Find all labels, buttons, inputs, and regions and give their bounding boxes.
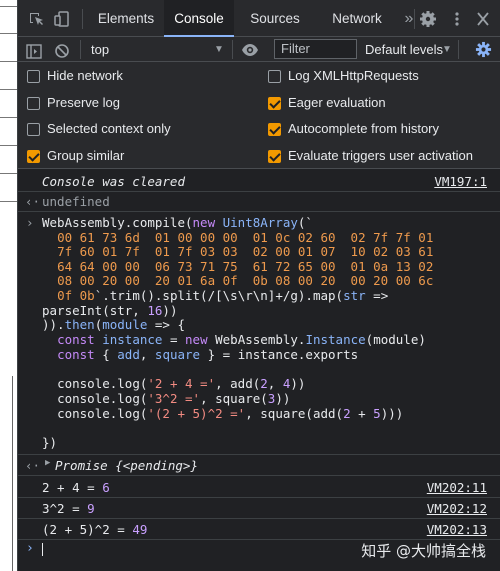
toolbar-divider xyxy=(458,40,459,59)
setting-label: Eager evaluation xyxy=(288,95,386,110)
result-arrow-icon: ‹· xyxy=(25,458,41,473)
tab-sources[interactable]: Sources xyxy=(234,0,316,37)
code-line: 7f 60 01 7f 01 7f 03 03 02 00 01 07 10 0… xyxy=(57,244,434,259)
checkbox-checked[interactable] xyxy=(268,150,281,163)
console-log-row: 3^2 = 9 VM202:12 xyxy=(18,498,500,519)
page-rule xyxy=(0,145,17,146)
console-message: Console was cleared VM197:1 xyxy=(18,171,500,192)
code-line: )).then(module => { xyxy=(42,317,186,332)
settings-gear-icon[interactable] xyxy=(419,11,437,27)
console-log-row: (2 + 5)^2 = 49 VM202:13 xyxy=(18,519,500,540)
prompt-chevron-icon: › xyxy=(26,541,34,556)
checkbox[interactable] xyxy=(27,123,40,136)
page-rule xyxy=(0,117,17,118)
code-line: const instance = new WebAssembly.Instanc… xyxy=(57,332,426,347)
checkbox[interactable] xyxy=(27,70,40,83)
code-line: console.log('(2 + 5)^2 =', square(add(2 … xyxy=(57,406,404,421)
devtools-panel: Elements Console Sources Network » top ▼… xyxy=(17,0,500,571)
setting-label: Log XMLHttpRequests xyxy=(288,68,419,83)
context-dropdown-icon[interactable]: ▼ xyxy=(214,37,224,62)
page-rule xyxy=(0,61,17,62)
setting-label: Selected context only xyxy=(47,121,171,136)
console-log-row: 2 + 4 = 6 VM202:11 xyxy=(18,476,500,498)
toolbar-divider xyxy=(414,9,415,29)
log-output: (2 + 5)^2 = 49 xyxy=(42,522,148,537)
toolbar-divider xyxy=(80,40,81,59)
code-line: WebAssembly.compile(new Uint8Array(` xyxy=(42,215,313,230)
more-tabs-button[interactable]: » xyxy=(398,0,420,37)
expand-triangle-icon[interactable]: ▶ xyxy=(45,458,50,468)
code-line: const { add, square } = instance.exports xyxy=(57,347,359,362)
sidebar-toggle-icon[interactable] xyxy=(26,42,42,59)
setting-label: Autocomplete from history xyxy=(288,121,440,136)
page-rule xyxy=(0,89,17,90)
source-link[interactable]: VM202:12 xyxy=(427,501,487,516)
result-arrow-icon: ‹· xyxy=(25,194,41,209)
code-line: console.log('2 + 4 =', add(2, 4)) xyxy=(57,376,306,391)
page-rule xyxy=(0,6,17,7)
source-link[interactable]: VM197:1 xyxy=(434,174,487,189)
device-toolbar-icon[interactable] xyxy=(54,11,72,27)
log-levels-selector[interactable]: Default levels xyxy=(365,37,443,62)
checkbox-checked[interactable] xyxy=(268,97,281,110)
console-settings-pane: Hide network Preserve log Selected conte… xyxy=(18,62,500,169)
page-rule xyxy=(0,201,17,202)
text-cursor xyxy=(42,543,43,556)
console-toolbar: top ▼ Filter Default levels ▼ xyxy=(18,37,500,62)
watermark: 知乎 @大帅搞全栈 xyxy=(361,542,486,560)
console-result-row: ‹· undefined xyxy=(18,192,500,212)
setting-label: Hide network xyxy=(47,68,123,83)
console-result-row: ‹· ▶ Promise {<pending>} xyxy=(18,455,500,476)
tab-console[interactable]: Console xyxy=(164,0,234,37)
tab-network[interactable]: Network xyxy=(316,0,398,37)
devtools-tabbar: Elements Console Sources Network » xyxy=(18,0,500,37)
levels-dropdown-icon[interactable]: ▼ xyxy=(442,37,452,62)
code-line: console.log('3^2 =', square(3)) xyxy=(57,391,291,406)
input-chevron-icon: › xyxy=(26,215,34,230)
filter-input[interactable]: Filter xyxy=(274,39,357,59)
inspect-element-icon[interactable] xyxy=(28,11,46,27)
setting-label: Group similar xyxy=(47,148,125,163)
page-divider xyxy=(12,376,13,571)
setting-label: Preserve log xyxy=(47,95,120,110)
eye-icon[interactable] xyxy=(241,41,259,57)
promise-value[interactable]: Promise {<pending>} xyxy=(55,458,198,473)
code-line: 08 00 20 00 20 01 6a 0f 0b 08 00 20 00 2… xyxy=(57,273,434,288)
checkbox-checked[interactable] xyxy=(268,123,281,136)
checkbox[interactable] xyxy=(268,70,281,83)
code-line: }) xyxy=(42,435,58,450)
source-link[interactable]: VM202:11 xyxy=(427,480,487,495)
close-icon[interactable] xyxy=(474,11,492,27)
code-line: 0f 0b`.trim().split(/[\s\r\n]+/g).map(st… xyxy=(57,288,389,303)
page-rule xyxy=(0,33,17,34)
console-cleared-text: Console was cleared xyxy=(42,174,185,189)
checkbox[interactable] xyxy=(27,97,40,110)
context-selector[interactable]: top xyxy=(91,37,109,62)
console-settings-gear-icon[interactable] xyxy=(475,41,492,58)
toolbar-divider xyxy=(232,40,233,59)
log-output: 3^2 = 9 xyxy=(42,501,95,516)
more-options-icon[interactable] xyxy=(448,11,466,27)
console-input-entry: › WebAssembly.compile(new Uint8Array(` 0… xyxy=(18,212,500,455)
log-output: 2 + 4 = 6 xyxy=(42,480,110,495)
toolbar-divider xyxy=(82,9,83,29)
result-value: undefined xyxy=(42,194,110,209)
setting-label: Evaluate triggers user activation xyxy=(288,148,473,163)
page-rule xyxy=(0,173,17,174)
tab-elements[interactable]: Elements xyxy=(88,0,164,37)
source-link[interactable]: VM202:13 xyxy=(427,522,487,537)
checkbox-checked[interactable] xyxy=(27,150,40,163)
page-edge xyxy=(0,0,17,571)
clear-console-icon[interactable] xyxy=(54,42,70,58)
